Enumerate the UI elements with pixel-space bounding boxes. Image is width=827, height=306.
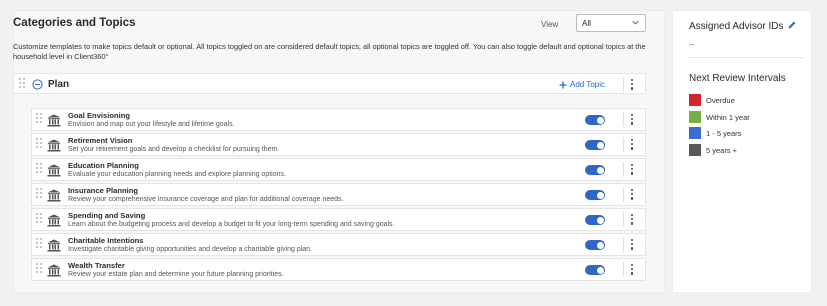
topic-row: Charitable Intentions Investigate charita… — [31, 233, 646, 256]
legend-swatch — [689, 144, 701, 156]
drag-handle-icon[interactable] — [36, 113, 42, 123]
topic-description: Investigate charitable giving opportunit… — [68, 246, 312, 253]
bank-icon — [47, 114, 61, 127]
topic-description: Review your comprehensive insurance cove… — [68, 196, 344, 203]
topic-toggle[interactable] — [585, 265, 605, 275]
view-select-value: All — [582, 19, 591, 28]
plus-icon — [559, 81, 567, 88]
topic-toggle[interactable] — [585, 190, 605, 200]
divider — [623, 237, 624, 252]
collapse-icon[interactable] — [32, 79, 43, 90]
drag-handle-icon[interactable] — [36, 163, 42, 173]
topic-title: Spending and Saving — [68, 211, 146, 220]
bank-icon — [47, 139, 61, 152]
bank-icon — [47, 214, 61, 227]
more-options-icon[interactable] — [631, 264, 634, 275]
divider — [623, 262, 624, 277]
more-options-icon[interactable] — [631, 139, 634, 150]
pencil-icon[interactable] — [787, 20, 797, 30]
divider — [623, 212, 624, 227]
topic-title: Goal Envisioning — [68, 111, 131, 120]
divider — [623, 112, 624, 127]
drag-handle-icon[interactable] — [36, 188, 42, 198]
legend-label: Overdue — [706, 95, 735, 105]
topic-title: Insurance Planning — [68, 186, 139, 195]
more-options-icon[interactable] — [631, 114, 634, 125]
topic-row: Wealth Transfer Review your estate plan a… — [31, 258, 646, 281]
drag-handle-icon[interactable] — [36, 213, 42, 223]
topic-toggle[interactable] — [585, 115, 605, 125]
legend-swatch — [689, 111, 701, 123]
topic-toggle[interactable] — [585, 215, 605, 225]
page-title: Categories and Topics — [13, 17, 136, 29]
more-options-icon[interactable] — [631, 239, 634, 250]
topic-title: Wealth Transfer — [68, 261, 125, 270]
add-topic-button[interactable]: Add Topic — [559, 80, 605, 89]
topic-description: Review your estate plan and determine yo… — [68, 271, 284, 278]
legend-swatch — [689, 94, 701, 106]
topic-description: Envision and map out your lifestyle and … — [68, 121, 235, 128]
more-options-icon[interactable] — [631, 79, 634, 90]
more-options-icon[interactable] — [631, 164, 634, 175]
topic-row: Education Planning Evaluate your educatio… — [31, 158, 646, 181]
topic-description: Evaluate your education planning needs a… — [68, 171, 286, 178]
legend-label: 5 years + — [706, 145, 738, 155]
drag-handle-icon[interactable] — [36, 263, 42, 273]
divider — [623, 187, 624, 202]
add-topic-label: Add Topic — [570, 80, 605, 89]
legend-item: Within 1 year — [689, 111, 750, 123]
drag-handle-icon[interactable] — [19, 78, 25, 88]
topic-toggle[interactable] — [585, 240, 605, 250]
advisor-ids-title: Assigned Advisor IDs — [689, 21, 784, 32]
topic-title: Charitable Intentions — [68, 236, 144, 245]
bank-icon — [47, 239, 61, 252]
legend-item: 1 - 5 years — [689, 127, 741, 139]
drag-handle-icon[interactable] — [36, 138, 42, 148]
topic-toggle[interactable] — [585, 140, 605, 150]
legend-swatch — [689, 127, 701, 139]
category-title: Plan — [48, 79, 70, 90]
more-options-icon[interactable] — [631, 214, 634, 225]
page-description: Customize templates to make topics defau… — [13, 42, 646, 61]
topic-row: Goal Envisioning Envision and map out you… — [31, 108, 646, 131]
view-label: View — [541, 20, 559, 29]
category-header-plan: Plan Add Topic — [13, 73, 646, 94]
topic-toggle[interactable] — [585, 165, 605, 175]
divider — [623, 162, 624, 177]
topic-row: Insurance Planning Review your comprehens… — [31, 183, 646, 206]
topic-title: Retirement Vision — [68, 136, 133, 145]
legend-label: 1 - 5 years — [706, 128, 742, 138]
view-select[interactable]: All — [576, 14, 646, 32]
drag-handle-icon[interactable] — [36, 238, 42, 248]
bank-icon — [47, 189, 61, 202]
advisor-ids-value: -- — [689, 40, 695, 49]
legend-item: Overdue — [689, 94, 735, 106]
bank-icon — [47, 264, 61, 277]
divider — [623, 137, 624, 152]
legend-item: 5 years + — [689, 144, 737, 156]
topic-title: Education Planning — [68, 161, 139, 170]
bank-icon — [47, 164, 61, 177]
legend-label: Within 1 year — [706, 112, 750, 122]
divider — [688, 57, 804, 58]
topic-row: Retirement Vision Set your retirement goa… — [31, 133, 646, 156]
divider — [623, 77, 624, 92]
topic-row: Spending and Saving Learn about the budge… — [31, 208, 646, 231]
chevron-down-icon — [632, 20, 639, 25]
review-intervals-title: Next Review Intervals — [689, 73, 786, 84]
more-options-icon[interactable] — [631, 189, 634, 200]
topic-description: Set your retirement goals and develop a … — [68, 146, 280, 153]
topic-description: Learn about the budgeting process and de… — [68, 221, 395, 228]
